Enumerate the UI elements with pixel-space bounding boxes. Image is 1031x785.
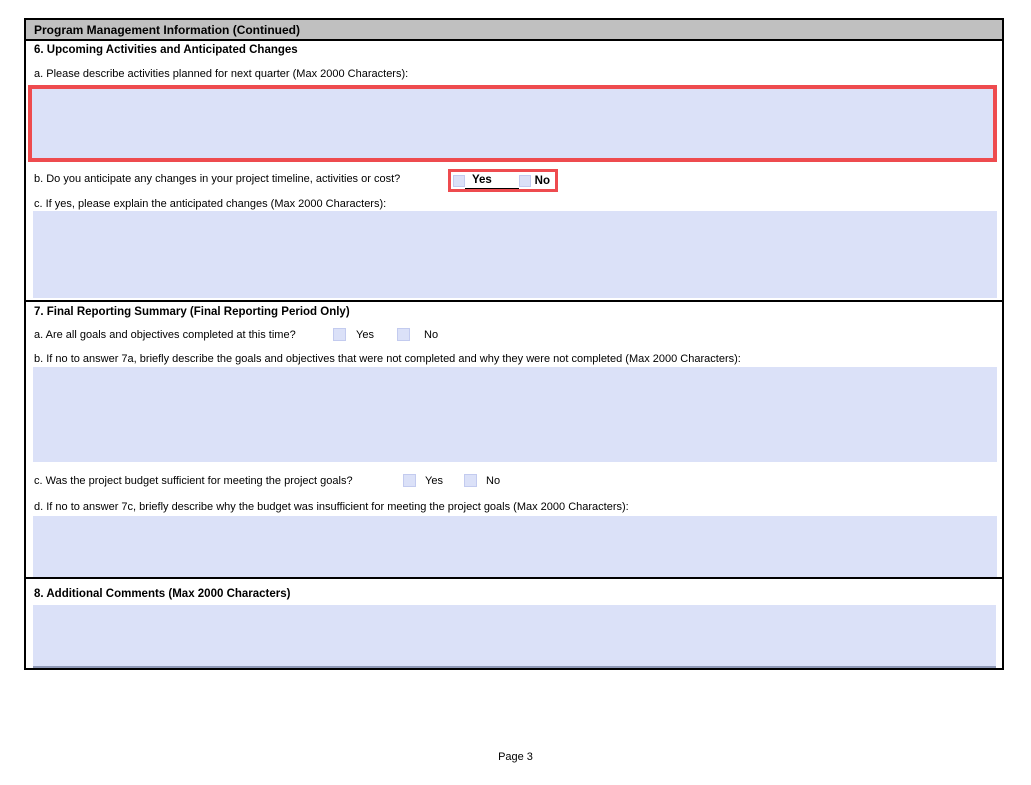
goals-not-completed-description-field[interactable] bbox=[33, 367, 997, 462]
anticipate-changes-no-checkbox[interactable] bbox=[518, 174, 531, 187]
anticipate-changes-yes-checkbox[interactable] bbox=[453, 174, 465, 187]
section6-title: 6. Upcoming Activities and Anticipated C… bbox=[34, 44, 298, 56]
goals-completed-yes-checkbox[interactable] bbox=[333, 328, 346, 341]
goals-completed-no-label: No bbox=[424, 329, 439, 341]
additional-comments-field[interactable] bbox=[33, 605, 996, 668]
form-header-title: Program Management Information (Continue… bbox=[34, 22, 301, 37]
explain-anticipated-changes-field[interactable] bbox=[33, 211, 997, 298]
section7-title: 7. Final Reporting Summary (Final Report… bbox=[34, 306, 350, 318]
section6-qb-label: b. Do you anticipate any changes in your… bbox=[34, 173, 401, 185]
section6-qa-label: a. Please describe activities planned fo… bbox=[34, 68, 409, 80]
budget-sufficient-no-label: No bbox=[486, 475, 501, 487]
anticipate-changes-no-label: No bbox=[534, 174, 550, 187]
anticipate-changes-field-group: Yes No bbox=[448, 169, 558, 192]
section7-qc-label: c. Was the project budget sufficient for… bbox=[34, 475, 353, 487]
activities-next-quarter-field[interactable] bbox=[28, 85, 997, 162]
budget-sufficient-yes-label: Yes bbox=[425, 475, 443, 487]
program-management-form: Program Management Information (Continue… bbox=[24, 18, 1004, 670]
section-divider bbox=[26, 300, 1002, 302]
section7-qa-label: a. Are all goals and objectives complete… bbox=[34, 329, 296, 341]
goals-completed-yes-label: Yes bbox=[356, 329, 374, 341]
section-divider bbox=[26, 577, 1002, 579]
budget-sufficient-yes-checkbox[interactable] bbox=[403, 474, 416, 487]
page-number: Page 3 bbox=[498, 751, 533, 763]
form-section-header: Program Management Information (Continue… bbox=[26, 20, 1002, 41]
goals-completed-no-checkbox[interactable] bbox=[397, 328, 410, 341]
section8-title: 8. Additional Comments (Max 2000 Charact… bbox=[34, 588, 291, 600]
section7-qd-label: d. If no to answer 7c, briefly describe … bbox=[34, 501, 629, 513]
section7-qb-label: b. If no to answer 7a, briefly describe … bbox=[34, 353, 741, 365]
budget-insufficient-description-field[interactable] bbox=[33, 516, 997, 577]
budget-sufficient-no-checkbox[interactable] bbox=[464, 474, 477, 487]
section6-qc-label: c. If yes, please explain the anticipate… bbox=[34, 198, 387, 210]
anticipate-changes-yes-label: Yes bbox=[465, 172, 519, 189]
